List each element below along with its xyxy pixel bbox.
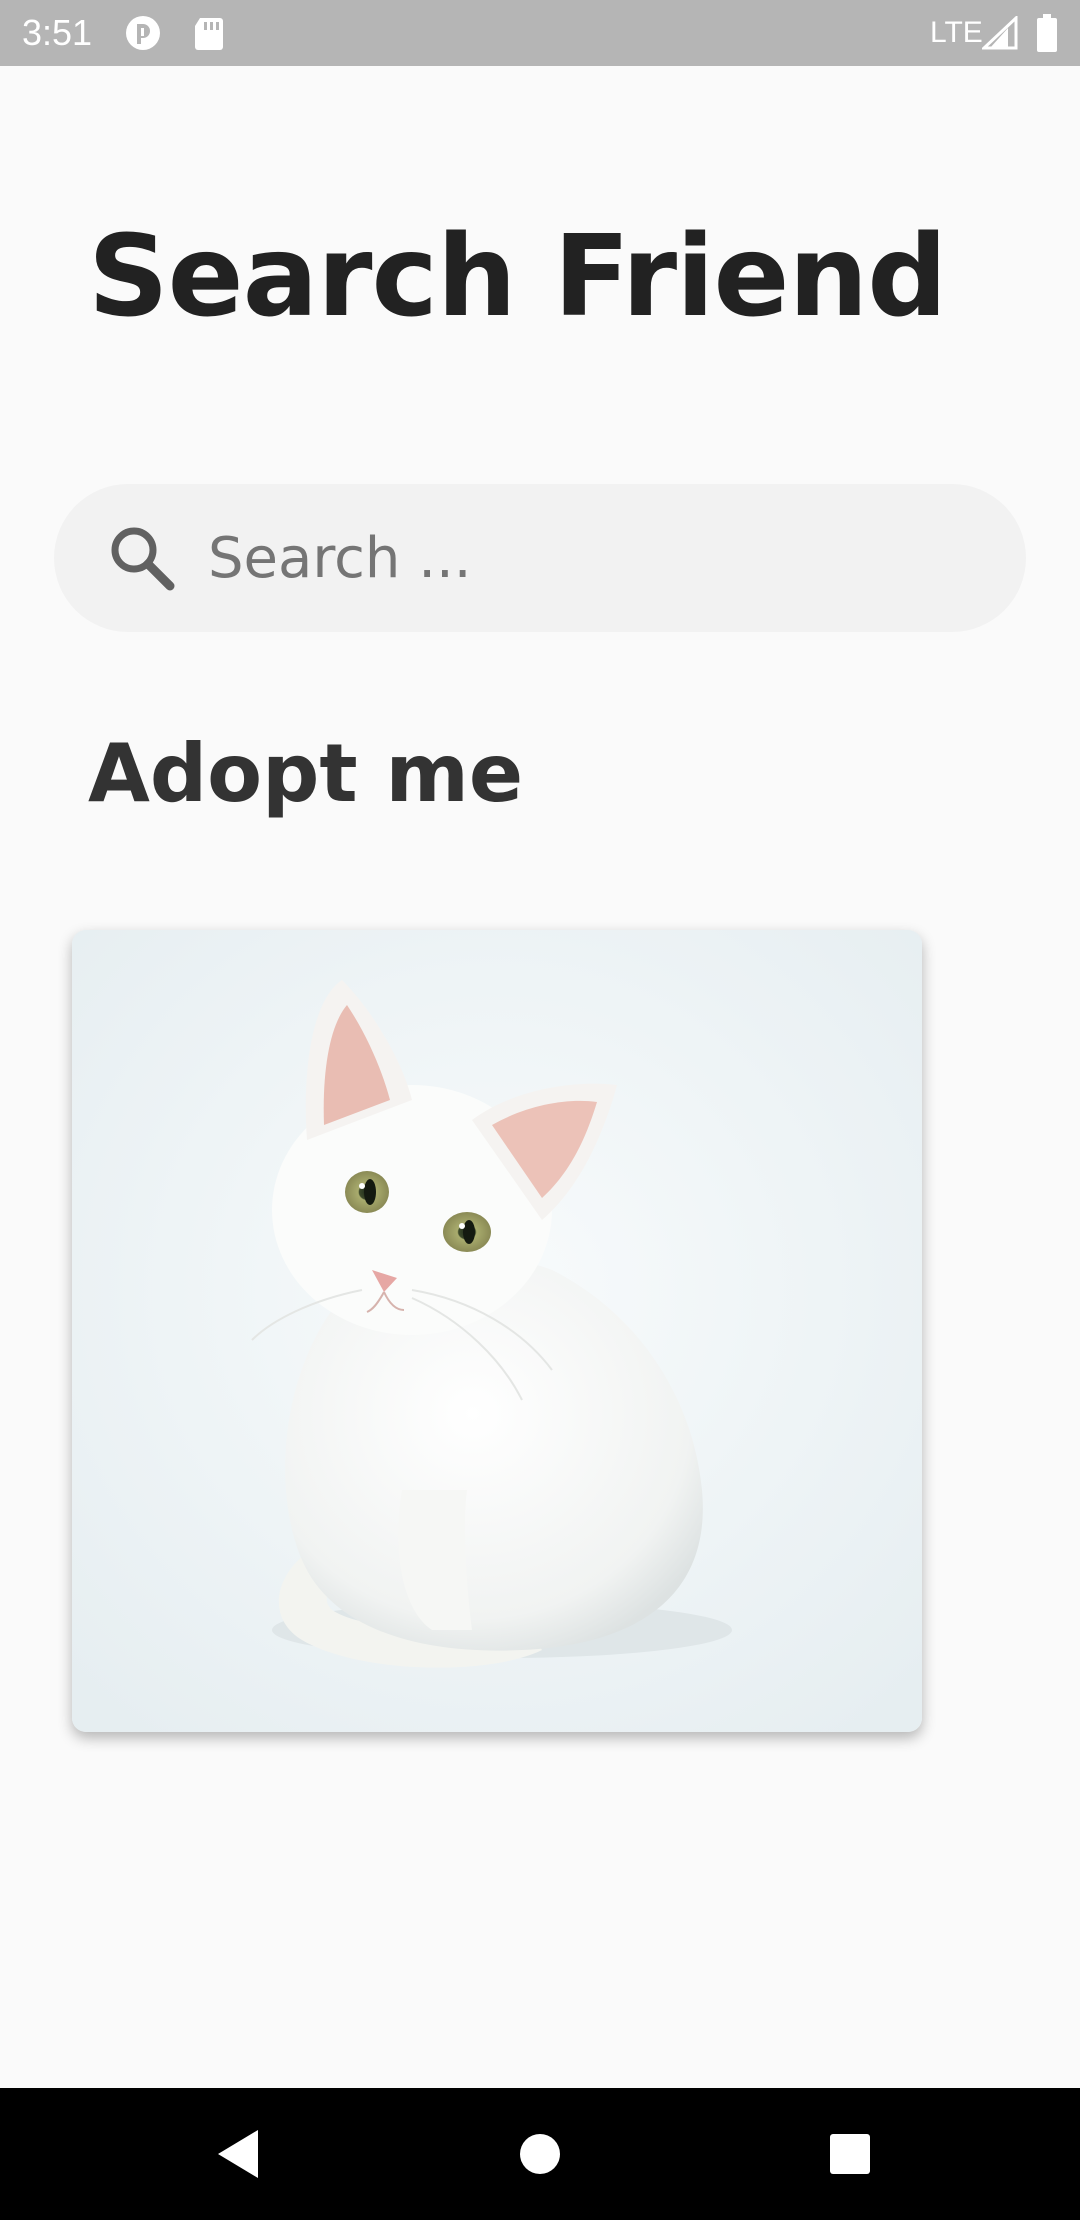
section-title: Adopt me [88,727,524,820]
pet-card[interactable] [72,930,922,1732]
status-bar: 3:51 LTE [0,0,1080,66]
back-button[interactable] [202,2118,274,2190]
home-icon [520,2134,560,2174]
battery-icon [1037,14,1057,52]
screen: 3:51 LTE Search Friend Ad [0,0,1080,2220]
search-icon[interactable] [106,522,178,594]
signal-icon [982,16,1018,50]
back-icon [218,2130,258,2178]
search-bar[interactable] [54,484,1026,632]
sd-card-icon [195,18,223,50]
notification-icon [126,16,160,50]
recents-icon [830,2134,870,2174]
navigation-bar [0,2088,1080,2220]
home-button[interactable] [504,2118,576,2190]
status-time: 3:51 [22,12,93,53]
search-input[interactable] [208,514,968,602]
recents-button[interactable] [814,2118,886,2190]
white-kitten-photo [72,930,922,1732]
page-title: Search Friend [88,212,947,342]
network-label: LTE [930,16,983,49]
